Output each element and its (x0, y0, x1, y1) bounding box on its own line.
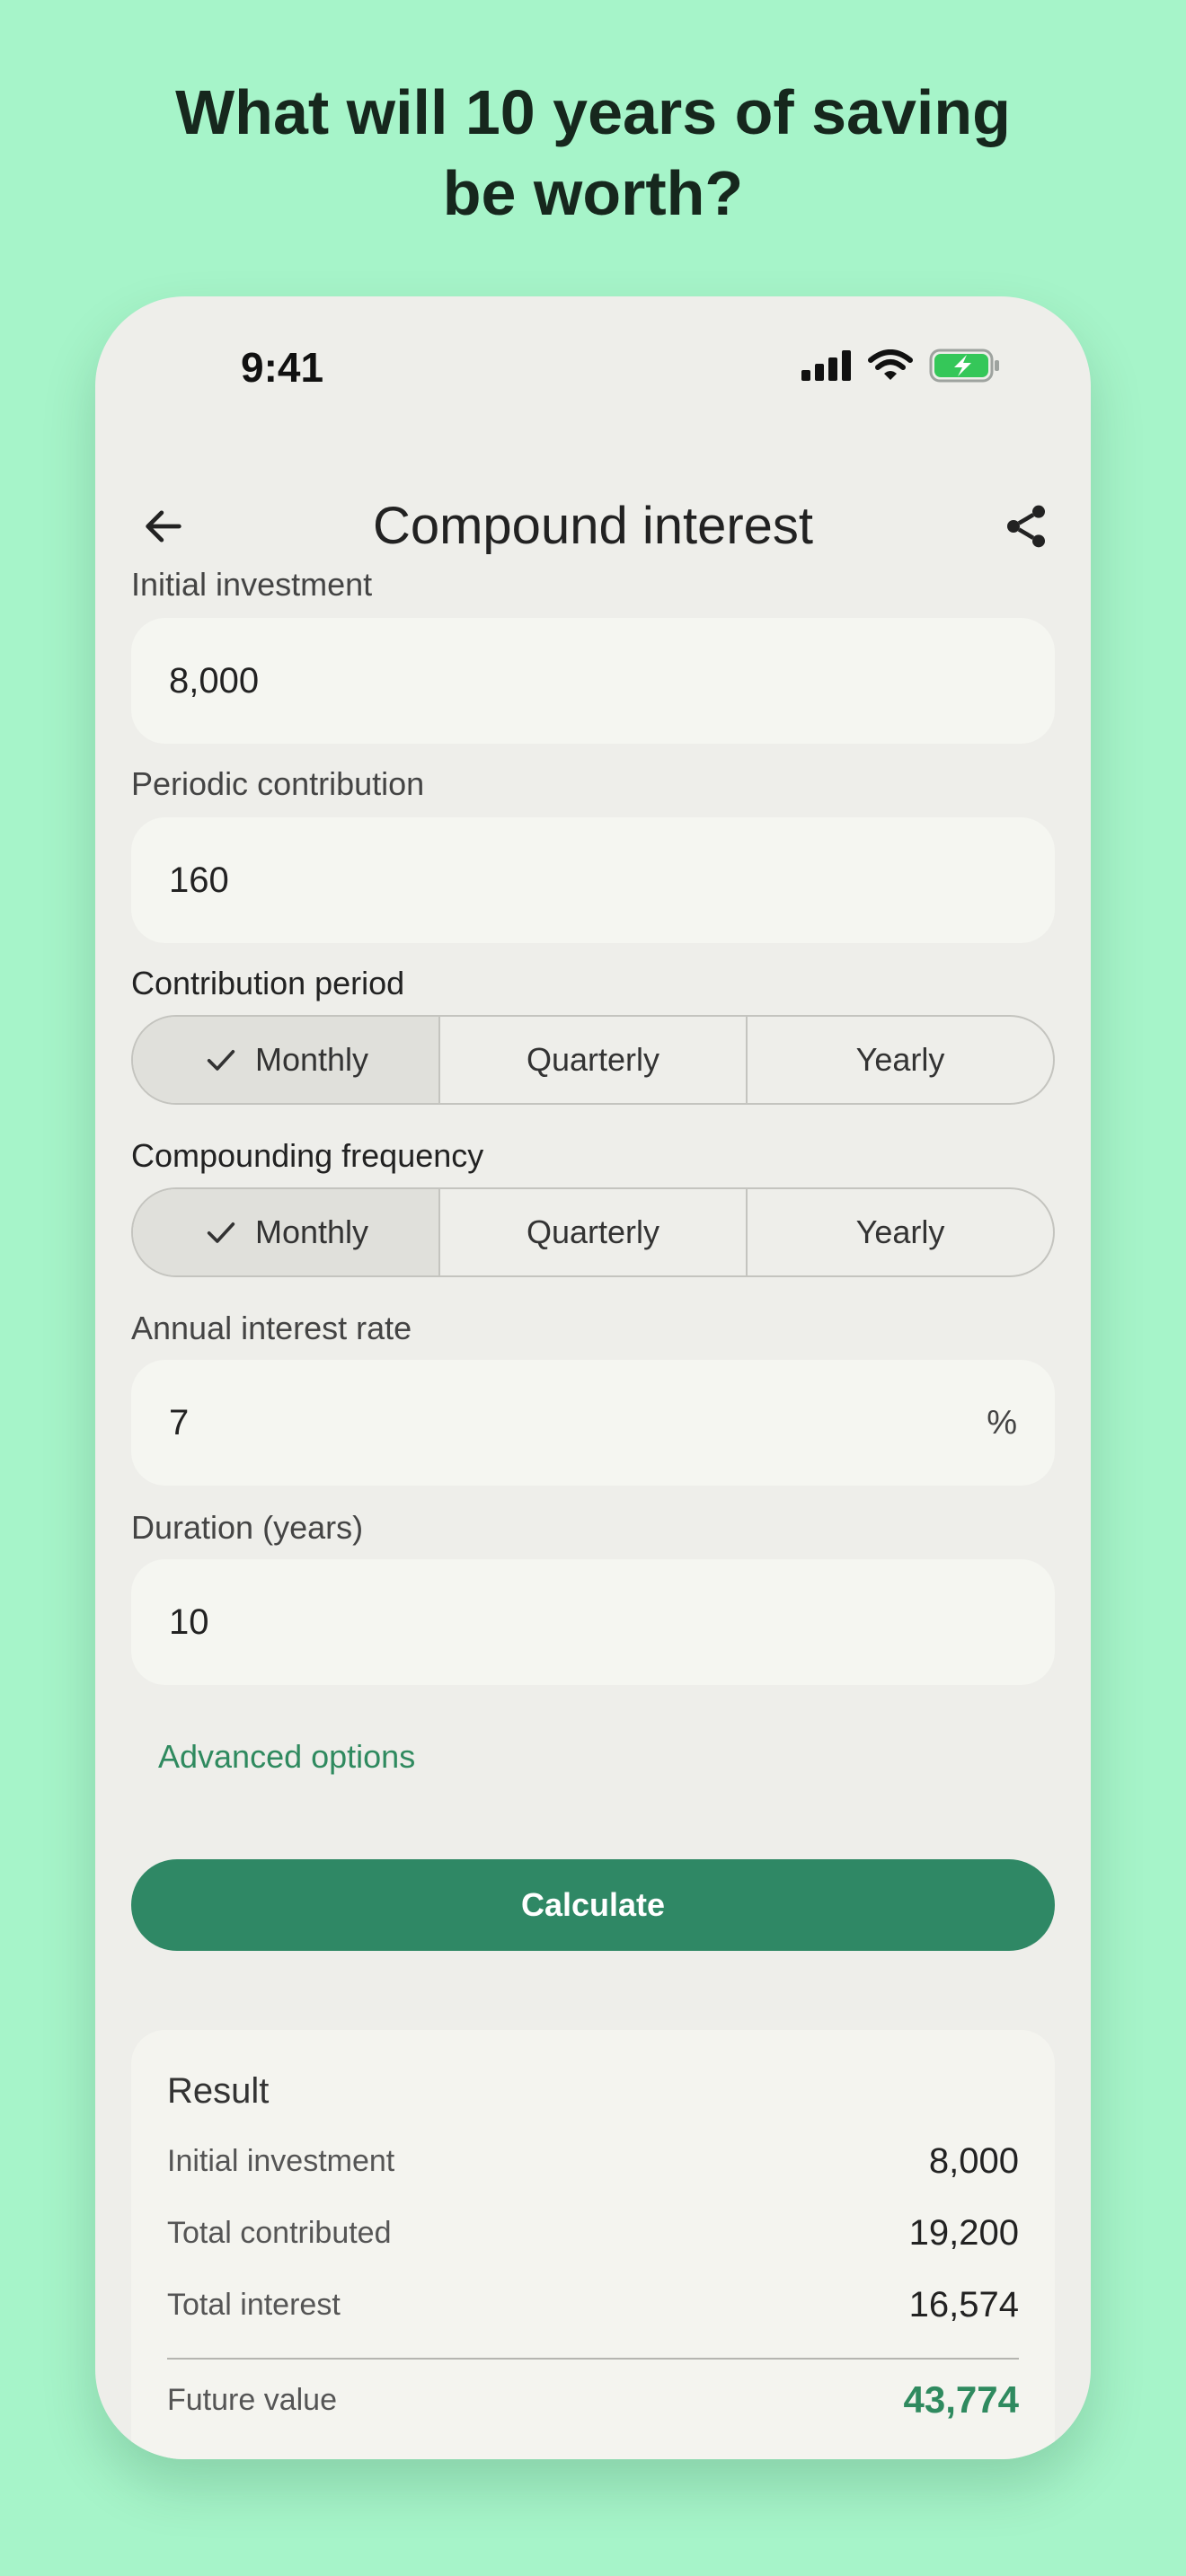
battery-charging-icon (929, 348, 999, 383)
page-title: Compound interest (372, 497, 814, 555)
headline-line-2: be worth? (442, 158, 744, 228)
calculate-button[interactable]: Calculate (131, 1859, 1055, 1951)
advanced-options-link[interactable]: Advanced options (158, 1738, 415, 1776)
percent-suffix: % (987, 1403, 1017, 1442)
result-row: Total interest 16,574 (167, 2285, 1019, 2325)
contribution-period-monthly[interactable]: Monthly (133, 1017, 440, 1103)
segment-label: Yearly (855, 1213, 945, 1250)
segment-label: Monthly (254, 1213, 369, 1250)
compounding-frequency-yearly[interactable]: Yearly (748, 1189, 1053, 1275)
segment-label: Monthly (254, 1041, 369, 1078)
result-row-label: Total contributed (167, 2216, 392, 2250)
result-row-value: 8,000 (928, 2141, 1019, 2181)
headline: What will 10 years of saving be worth? (0, 72, 1186, 234)
phone-frame: 9:41 Compound interest Initial investmen… (95, 296, 1091, 2459)
check-icon (207, 1050, 235, 1071)
compounding-frequency-segmented: Monthly Quarterly Yearly (131, 1187, 1055, 1277)
headline-line-1: What will 10 years of saving (175, 77, 1011, 147)
compounding-frequency-monthly[interactable]: Monthly (133, 1189, 440, 1275)
duration-label: Duration (years) (131, 1509, 364, 1546)
annual-interest-rate-label: Annual interest rate (131, 1310, 412, 1346)
contribution-period-quarterly[interactable]: Quarterly (440, 1017, 748, 1103)
duration-value: 10 (169, 1601, 209, 1642)
result-row-value: 19,200 (908, 2213, 1019, 2253)
result-title: Result (167, 2071, 270, 2111)
segment-label: Quarterly (526, 1041, 660, 1078)
duration-field[interactable]: 10 (131, 1559, 1055, 1685)
periodic-contribution-field[interactable]: 160 (131, 817, 1055, 943)
annual-interest-rate-value: 7 (169, 1402, 190, 1442)
share-button[interactable] (994, 494, 1058, 559)
contribution-period-label: Contribution period (131, 965, 405, 1001)
contribution-period-yearly[interactable]: Yearly (748, 1017, 1053, 1103)
result-row: Total contributed 19,200 (167, 2213, 1019, 2254)
share-icon (1007, 505, 1045, 548)
future-value-amount: 43,774 (903, 2378, 1019, 2421)
status-icons (801, 348, 1001, 383)
annual-interest-rate-field[interactable]: 7 % (131, 1360, 1055, 1486)
result-row: Initial investment 8,000 (167, 2141, 1019, 2182)
initial-investment-label: Initial investment (131, 566, 373, 603)
compounding-frequency-label: Compounding frequency (131, 1137, 484, 1174)
result-row-label: Total interest (167, 2288, 341, 2322)
periodic-contribution-label: Periodic contribution (131, 765, 425, 802)
wifi-icon (868, 349, 913, 380)
future-value-label: Future value (167, 2382, 337, 2417)
initial-investment-field[interactable]: 8,000 (131, 618, 1055, 744)
result-row-label: Initial investment (167, 2144, 395, 2178)
segment-label: Yearly (855, 1041, 945, 1078)
periodic-contribution-value: 160 (169, 860, 229, 900)
result-card: Result Initial investment 8,000 Total co… (131, 2030, 1055, 2459)
segment-label: Quarterly (526, 1213, 660, 1250)
result-divider (167, 2358, 1019, 2360)
contribution-period-segmented: Monthly Quarterly Yearly (131, 1015, 1055, 1105)
check-icon (207, 1222, 235, 1243)
future-value-row: Future value 43,774 (167, 2378, 1019, 2422)
result-row-value: 16,574 (908, 2285, 1019, 2325)
status-time: 9:41 (241, 344, 324, 391)
compounding-frequency-quarterly[interactable]: Quarterly (440, 1189, 748, 1275)
initial-investment-value: 8,000 (169, 660, 260, 701)
signal-icon (801, 350, 851, 381)
